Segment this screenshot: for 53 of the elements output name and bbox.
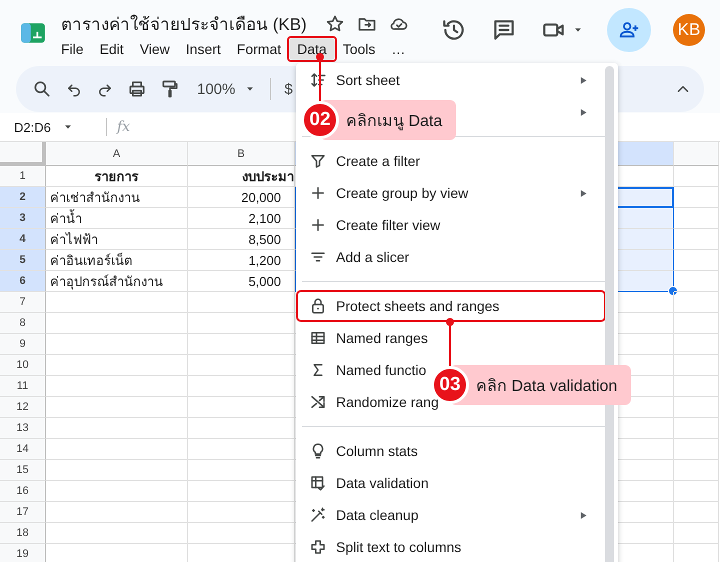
menu-item[interactable]: Sort sheet (336, 72, 400, 88)
row-header[interactable]: 5 (0, 250, 46, 271)
row-header[interactable]: 16 (0, 481, 46, 502)
menu-item[interactable]: Data validation (336, 475, 429, 491)
menu-item[interactable]: Edit (92, 38, 132, 60)
row-header[interactable]: 14 (0, 439, 46, 460)
menu-item[interactable]: Create group by view (336, 185, 468, 201)
menu-item[interactable]: Tools (334, 38, 384, 60)
table-cell: ค่าไฟฟ้า (46, 229, 188, 250)
row-header[interactable]: 9 (0, 334, 46, 355)
menu-item[interactable]: Format (228, 38, 290, 60)
row-header[interactable]: 18 (0, 523, 46, 544)
row-header[interactable]: 11 (0, 376, 46, 397)
row-header[interactable]: 8 (0, 313, 46, 334)
row-header[interactable]: 10 (0, 355, 46, 376)
menu-item[interactable]: Named functio (336, 362, 426, 378)
table-cell: รายการ (46, 166, 188, 187)
table-cell: งบประมา (188, 166, 295, 187)
menu-item[interactable]: Create a filter (336, 153, 420, 169)
menu-item[interactable]: Named ranges (336, 330, 428, 346)
row-header[interactable]: 6 (0, 271, 46, 292)
menu-item[interactable]: Insert (178, 38, 229, 60)
menu-item[interactable]: File (53, 38, 92, 60)
table-cell: ค่าอินเทอร์เน็ต (46, 250, 188, 271)
menu-item[interactable]: Create filter view (336, 217, 440, 233)
menu-item[interactable]: Data (289, 38, 335, 60)
document-title[interactable]: ตารางค่าใช้จ่ายประจำเดือน (KB) (61, 10, 307, 37)
table-cell: ค่าอุปกรณ์สำนักงาน (46, 271, 188, 292)
menu-item[interactable]: Add a slicer (336, 249, 410, 265)
column-header[interactable]: A (46, 142, 188, 166)
menu-item[interactable]: Protect sheets and ranges (336, 298, 500, 314)
table-cell: ค่าน้ำ (46, 208, 188, 229)
menu-item[interactable]: … (383, 38, 414, 60)
zoom-select[interactable]: 100% (197, 80, 256, 98)
menu-item[interactable]: Data cleanup (336, 507, 419, 523)
fx-label: fx (117, 119, 130, 135)
menu-item[interactable]: Split text to columns (336, 539, 462, 555)
row-header[interactable]: 17 (0, 502, 46, 523)
currency-format-button[interactable]: $ (284, 80, 293, 98)
row-header[interactable]: 3 (0, 208, 46, 229)
row-header[interactable]: 7 (0, 292, 46, 313)
menu-item[interactable]: View (132, 38, 178, 60)
row-header[interactable]: 12 (0, 397, 46, 418)
table-cell: ค่าเช่าสำนักงาน (46, 187, 188, 208)
menu-item[interactable]: Column stats (336, 443, 418, 459)
row-header[interactable]: 15 (0, 460, 46, 481)
row-header[interactable]: 19 (0, 544, 46, 562)
row-header[interactable]: 2 (0, 187, 46, 208)
column-header[interactable]: B (188, 142, 295, 166)
row-header[interactable]: 1 (0, 166, 46, 187)
row-header[interactable]: 13 (0, 418, 46, 439)
row-header[interactable]: 4 (0, 229, 46, 250)
name-box[interactable]: D2:D6 (14, 120, 98, 134)
